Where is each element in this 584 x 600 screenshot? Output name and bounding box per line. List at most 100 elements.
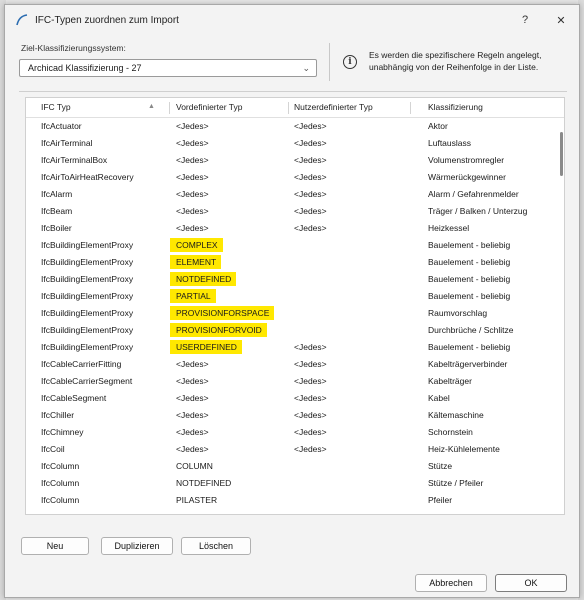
table-row[interactable]: IfcChimney <Jedes> <Jedes> Schornstein bbox=[26, 424, 562, 441]
cell-ifc-type: IfcBuildingElementProxy bbox=[41, 291, 134, 301]
cell-predefined-type: <Jedes> bbox=[176, 155, 209, 165]
table-row[interactable]: IfcAirTerminal <Jedes> <Jedes> Luftauslass bbox=[26, 135, 562, 152]
header-classification[interactable]: Klassifizierung bbox=[428, 102, 483, 112]
table-row[interactable]: IfcBuildingElementProxy COMPLEX Bauelement… bbox=[26, 237, 562, 254]
cell-ifc-type: IfcColumn bbox=[41, 495, 80, 505]
cell-userdefined-type: <Jedes> bbox=[294, 342, 327, 352]
highlighted-predefined-type: ELEMENT bbox=[170, 255, 222, 269]
highlighted-predefined-type: COMPLEX bbox=[170, 238, 223, 252]
cell-ifc-type: IfcChiller bbox=[41, 410, 75, 420]
table-row[interactable]: IfcCableCarrierFitting <Jedes> <Jedes> Kabe… bbox=[26, 356, 562, 373]
cell-ifc-type: IfcColumn bbox=[41, 461, 80, 471]
cell-classification: Wärmerückgewinner bbox=[428, 172, 506, 182]
cell-classification: Aktor bbox=[428, 121, 448, 131]
title-bar: IFC-Typen zuordnen zum Import ? ✕ bbox=[5, 5, 579, 35]
duplicate-button[interactable]: Duplizieren bbox=[101, 537, 173, 555]
cell-classification: Schornstein bbox=[428, 427, 473, 437]
table-row[interactable]: IfcChiller <Jedes> <Jedes> Kältemaschine bbox=[26, 407, 562, 424]
table-row[interactable]: IfcColumn USERDEFINED <Jedes> Stütze / Pfei… bbox=[26, 509, 562, 514]
table-row[interactable]: IfcBuildingElementProxy USERDEFINED <Jedes… bbox=[26, 339, 562, 356]
cell-ifc-type: IfcCableCarrierSegment bbox=[41, 376, 133, 386]
cell-classification: Stütze / Pfeiler bbox=[428, 512, 483, 514]
cell-ifc-type: IfcAirTerminal bbox=[41, 138, 93, 148]
table-row[interactable]: IfcAirToAirHeatRecovery <Jedes> <Jedes> Wär… bbox=[26, 169, 562, 186]
table-row[interactable]: IfcBuildingElementProxy PROVISIONFORVOID D… bbox=[26, 322, 562, 339]
table-row[interactable]: IfcCoil <Jedes> <Jedes> Heiz-Kühlelemente bbox=[26, 441, 562, 458]
scrollbar-thumb[interactable] bbox=[560, 132, 563, 176]
cell-userdefined-type: <Jedes> bbox=[294, 189, 327, 199]
cell-predefined-type: NOTDEFINED bbox=[176, 478, 232, 488]
cell-ifc-type: IfcChimney bbox=[41, 427, 84, 437]
header-userdefined-type[interactable]: Nutzerdefinierter Typ bbox=[294, 102, 373, 112]
table-row[interactable]: IfcColumn PILASTER Pfeiler bbox=[26, 492, 562, 509]
cell-classification: Durchbrüche / Schlitze bbox=[428, 325, 514, 335]
cell-userdefined-type: <Jedes> bbox=[294, 138, 327, 148]
cell-userdefined-type: <Jedes> bbox=[294, 359, 327, 369]
highlighted-predefined-type: PARTIAL bbox=[170, 289, 216, 303]
table-row[interactable]: IfcColumn COLUMN Stütze bbox=[26, 458, 562, 475]
highlighted-predefined-type: PROVISIONFORVOID bbox=[170, 323, 267, 337]
classification-select[interactable]: Archicad Klassifizierung - 27 ⌄ bbox=[19, 59, 317, 77]
cell-classification: Raumvorschlag bbox=[428, 308, 488, 318]
column-divider[interactable] bbox=[410, 102, 411, 114]
cell-userdefined-type: <Jedes> bbox=[294, 121, 327, 131]
table-row[interactable]: IfcBuildingElementProxy PARTIAL Bauelement… bbox=[26, 288, 562, 305]
highlighted-predefined-type: USERDEFINED bbox=[170, 340, 242, 354]
close-button[interactable]: ✕ bbox=[543, 5, 579, 35]
table-row[interactable]: IfcAlarm <Jedes> <Jedes> Alarm / Gefahrenme… bbox=[26, 186, 562, 203]
header-predefined-type[interactable]: Vordefinierter Typ bbox=[176, 102, 242, 112]
cell-classification: Stütze / Pfeiler bbox=[428, 478, 484, 488]
cell-userdefined-type: <Jedes> bbox=[294, 223, 327, 233]
cell-classification: Bauelement - beliebig bbox=[428, 257, 511, 267]
cell-predefined-type: NOTDEFINED bbox=[170, 272, 237, 286]
classification-select-value: Archicad Klassifizierung - 27 bbox=[28, 63, 142, 73]
cell-userdefined-type: <Jedes> bbox=[294, 410, 327, 420]
info-text: Es werden die spezifischere Regeln angel… bbox=[369, 50, 542, 72]
cell-userdefined-type: <Jedes> bbox=[294, 155, 327, 165]
delete-button[interactable]: Löschen bbox=[181, 537, 251, 555]
scrollbar[interactable] bbox=[558, 118, 564, 514]
cell-predefined-type: <Jedes> bbox=[176, 223, 209, 233]
window-title: IFC-Typen zuordnen zum Import bbox=[35, 14, 179, 26]
archicad-logo-icon bbox=[16, 14, 28, 26]
cell-ifc-type: IfcBuildingElementProxy bbox=[41, 325, 134, 335]
table-row[interactable]: IfcBeam <Jedes> <Jedes> Träger / Balken / U… bbox=[26, 203, 562, 220]
cell-predefined-type: PROVISIONFORVOID bbox=[170, 323, 267, 337]
cell-classification: Träger / Balken / Unterzug bbox=[428, 206, 528, 216]
header-ifc-type[interactable]: IFC Typ bbox=[41, 102, 71, 112]
cell-userdefined-type: <Jedes> bbox=[294, 427, 327, 437]
cell-ifc-type: IfcAlarm bbox=[41, 189, 73, 199]
help-button[interactable]: ? bbox=[507, 5, 543, 35]
cell-classification: Stütze bbox=[428, 461, 453, 471]
cancel-button[interactable]: Abbrechen bbox=[415, 574, 487, 592]
table-row[interactable]: IfcCableSegment <Jedes> <Jedes> Kabel bbox=[26, 390, 562, 407]
cell-classification: Kabel bbox=[428, 393, 450, 403]
cell-predefined-type: <Jedes> bbox=[176, 393, 209, 403]
info-icon: i bbox=[343, 55, 357, 69]
table-row[interactable]: IfcBuildingElementProxy NOTDEFINED Bauelem… bbox=[26, 271, 562, 288]
table-row[interactable]: IfcBuildingElementProxy ELEMENT Bauelement… bbox=[26, 254, 562, 271]
table-row[interactable]: IfcColumn NOTDEFINED Stütze / Pfeiler bbox=[26, 475, 562, 492]
cell-classification: Bauelement - beliebig bbox=[428, 240, 511, 250]
cell-classification: Kältemaschine bbox=[428, 410, 484, 420]
table-row[interactable]: IfcAirTerminalBox <Jedes> <Jedes> Volumenst… bbox=[26, 152, 562, 169]
table-row[interactable]: IfcCableCarrierSegment <Jedes> <Jedes> Kabe… bbox=[26, 373, 562, 390]
column-divider[interactable] bbox=[169, 102, 170, 114]
cell-predefined-type: <Jedes> bbox=[176, 138, 209, 148]
cell-predefined-type: <Jedes> bbox=[176, 444, 209, 454]
cell-predefined-type: <Jedes> bbox=[176, 410, 209, 420]
cell-userdefined-type: <Jedes> bbox=[294, 206, 327, 216]
cell-predefined-type: PARTIAL bbox=[170, 289, 216, 303]
target-section: Ziel-Klassifizierungssystem: Archicad Kl… bbox=[17, 41, 569, 85]
table-row[interactable]: IfcBuildingElementProxy PROVISIONFORSPACE… bbox=[26, 305, 562, 322]
cell-userdefined-type: <Jedes> bbox=[294, 393, 327, 403]
new-button[interactable]: Neu bbox=[21, 537, 89, 555]
table-row[interactable]: IfcActuator <Jedes> <Jedes> Aktor bbox=[26, 118, 562, 135]
ok-button[interactable]: OK bbox=[495, 574, 567, 592]
table-row[interactable]: IfcBoiler <Jedes> <Jedes> Heizkessel bbox=[26, 220, 562, 237]
cell-ifc-type: IfcCableSegment bbox=[41, 393, 107, 403]
column-divider[interactable] bbox=[288, 102, 289, 114]
cell-ifc-type: IfcBuildingElementProxy bbox=[41, 257, 134, 267]
cell-ifc-type: IfcAirToAirHeatRecovery bbox=[41, 172, 134, 182]
cell-predefined-type: PILASTER bbox=[176, 495, 218, 505]
